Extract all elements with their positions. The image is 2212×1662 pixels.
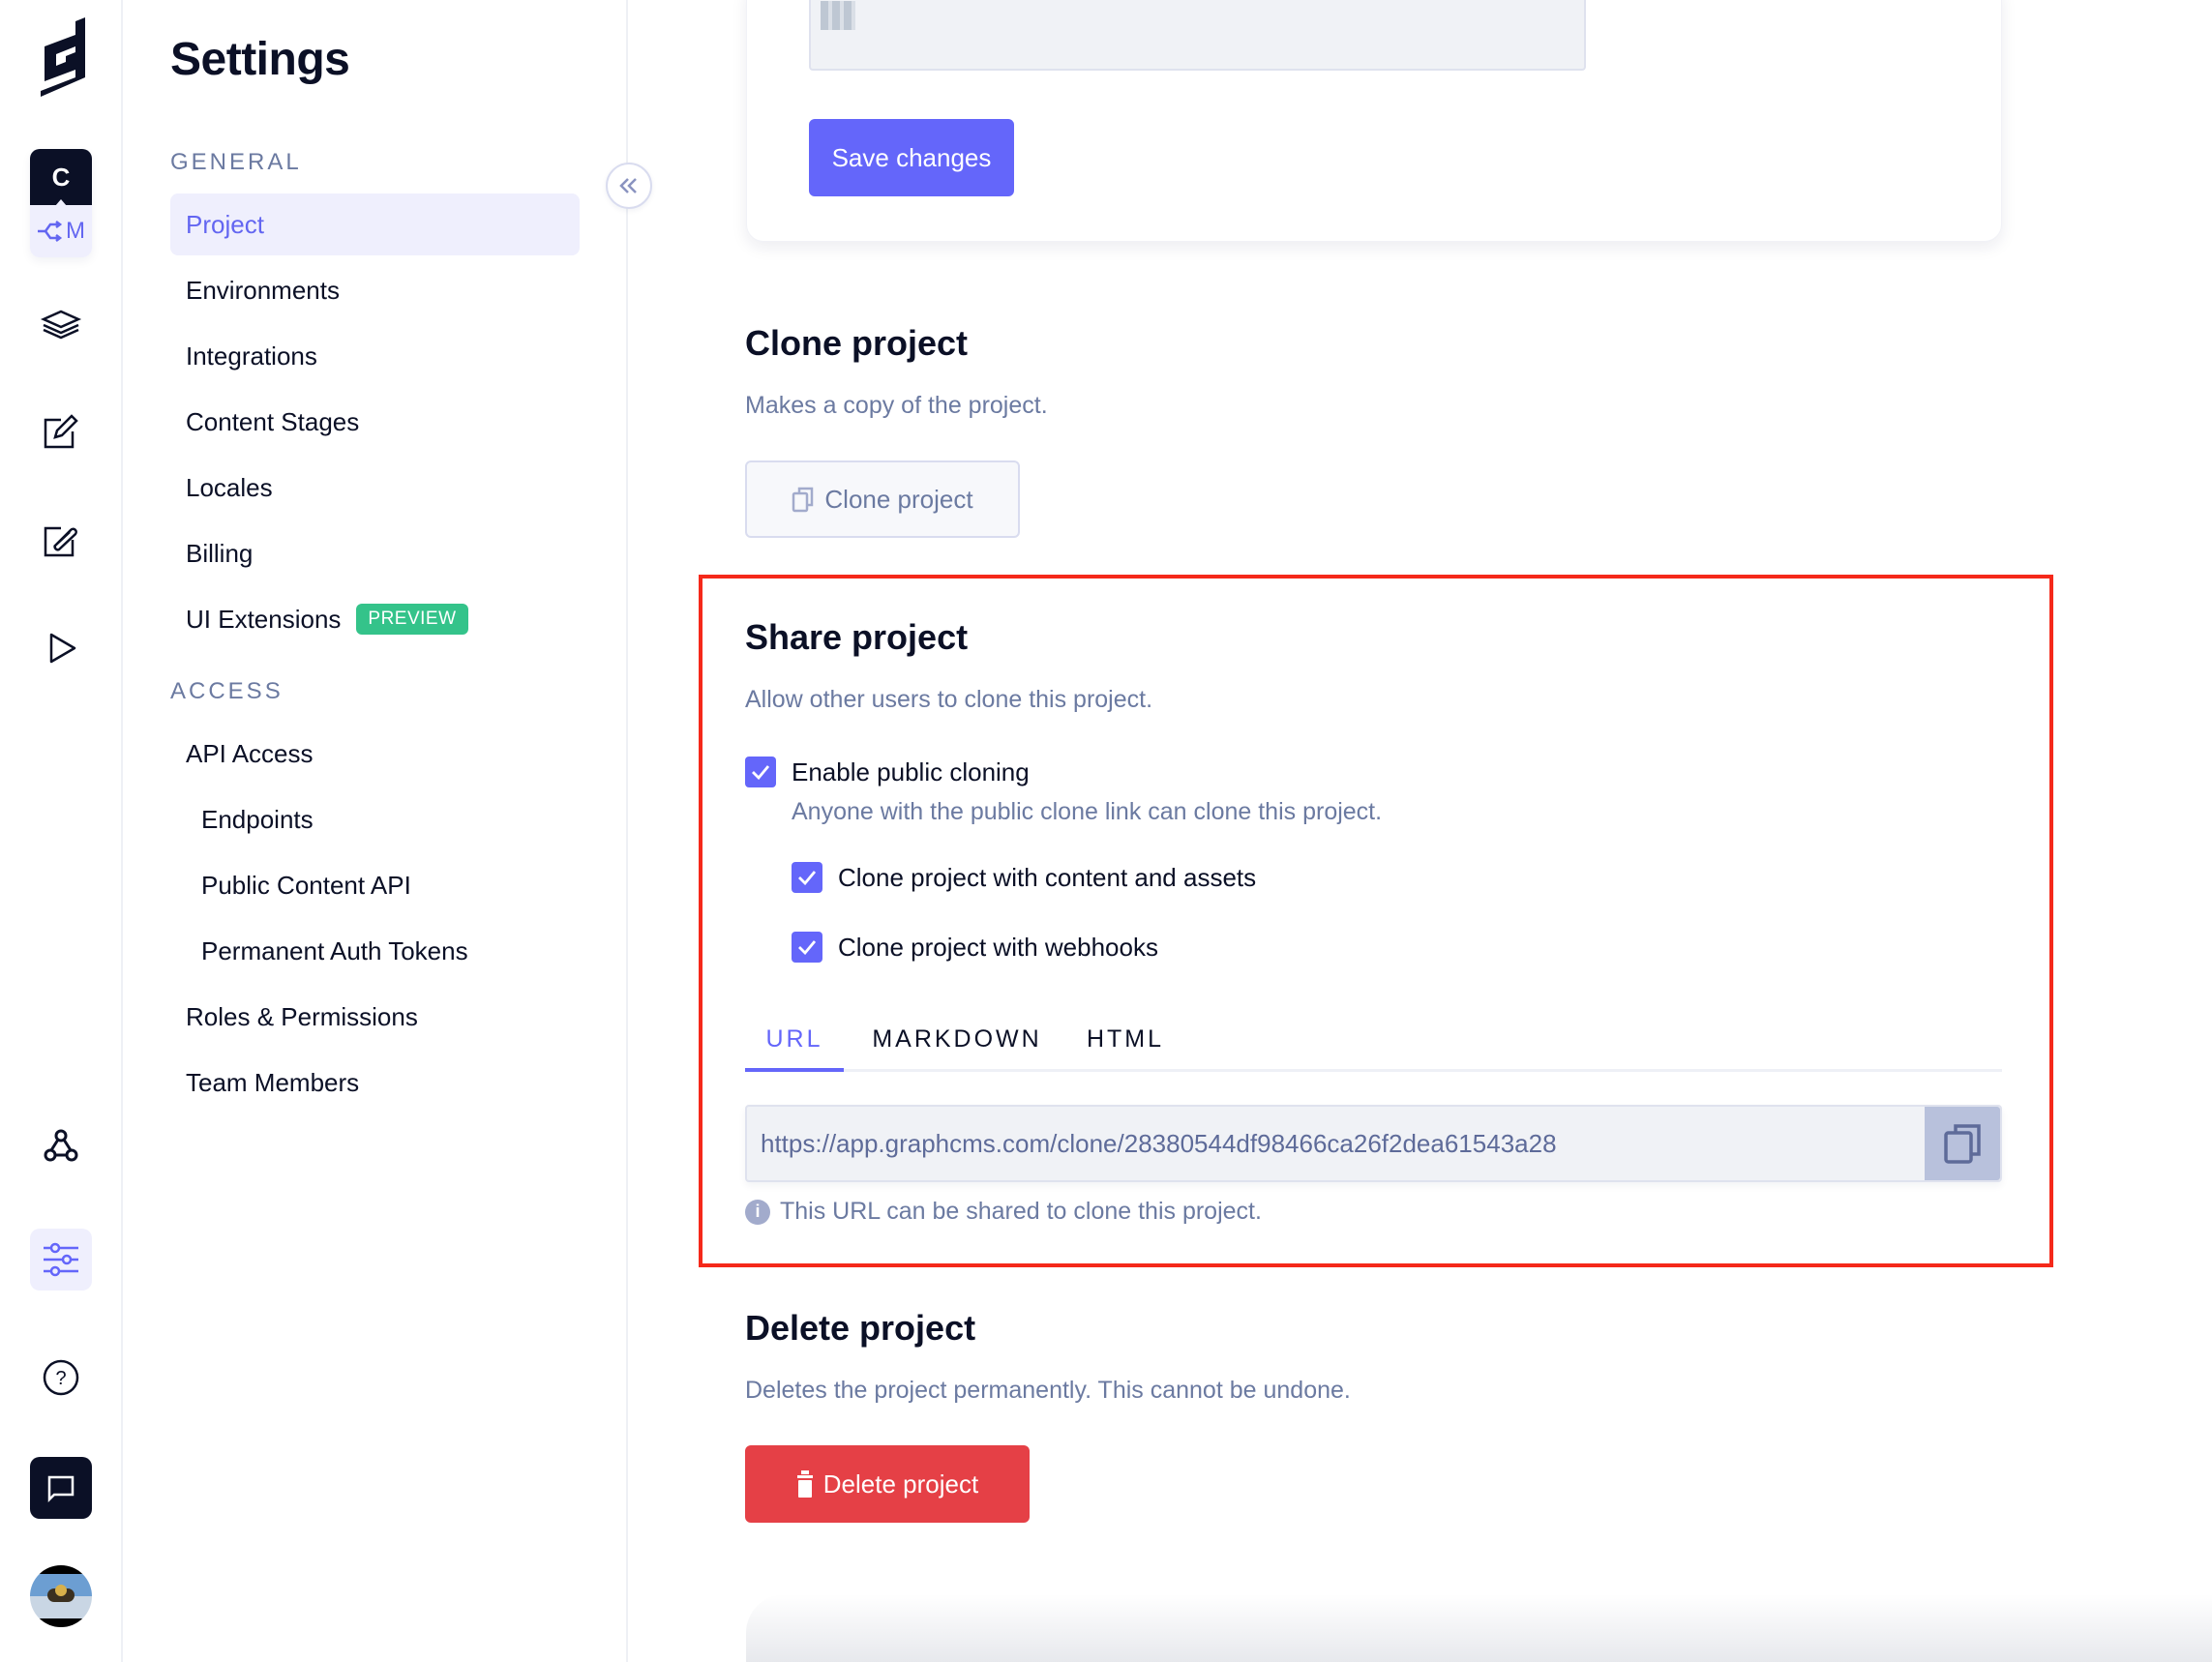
- clone-section-title: Clone project: [745, 323, 969, 363]
- sidebar-item-team-members[interactable]: Team Members: [170, 1052, 580, 1113]
- delete-section-title: Delete project: [745, 1308, 976, 1348]
- delete-project-button[interactable]: Delete project: [745, 1445, 1030, 1523]
- rail-settings[interactable]: [30, 1229, 92, 1291]
- sidebar-item-integrations[interactable]: Integrations: [170, 325, 580, 387]
- rail-assets[interactable]: [30, 509, 92, 571]
- check-icon: [798, 871, 817, 885]
- section-label-general: GENERAL: [170, 149, 302, 175]
- play-icon: [49, 633, 76, 664]
- sidebar-item-label: Billing: [186, 538, 254, 568]
- sidebar-item-roles-permissions[interactable]: Roles & Permissions: [170, 986, 580, 1048]
- tab-html[interactable]: HTML: [1072, 1018, 1179, 1072]
- attachment-edit-icon: [44, 526, 77, 557]
- checkbox-checked[interactable]: [792, 932, 822, 963]
- copy-icon: [792, 487, 814, 513]
- enable-public-cloning-hint: Anyone with the public clone link can cl…: [792, 798, 1383, 825]
- checkbox-checked[interactable]: [792, 862, 822, 893]
- sidebar-item-label: Endpoints: [201, 804, 314, 834]
- share-section-title: Share project: [745, 617, 969, 657]
- user-avatar[interactable]: [30, 1565, 92, 1627]
- chat-icon: [47, 1475, 75, 1503]
- enable-public-cloning-checkbox[interactable]: Enable public cloning: [745, 757, 1030, 787]
- settings-sliders-icon: [44, 1242, 78, 1277]
- redacted-value: [821, 1, 855, 30]
- share-section-description: Allow other users to clone this project.: [745, 686, 1153, 713]
- enable-public-cloning-label: Enable public cloning: [792, 757, 1030, 786]
- layers-icon: [40, 310, 82, 340]
- sidebar-item-label: UI Extensions: [186, 604, 342, 634]
- clone-project-button-label: Clone project: [824, 484, 973, 514]
- logo-icon[interactable]: [37, 17, 89, 97]
- trash-icon: [796, 1470, 813, 1498]
- sidebar-item-label: Roles & Permissions: [186, 1001, 418, 1031]
- delete-project-button-label: Delete project: [822, 1469, 979, 1499]
- sidebar-item-label: Environments: [186, 275, 340, 305]
- environment-initial: M: [66, 218, 85, 244]
- clone-project-button[interactable]: Clone project: [745, 460, 1020, 538]
- sidebar-item-environments[interactable]: Environments: [170, 259, 580, 321]
- copy-url-button[interactable]: [1925, 1107, 2000, 1180]
- sidebar-item-label: API Access: [186, 738, 314, 768]
- sidebar-item-api-access[interactable]: API Access: [170, 723, 580, 785]
- sidebar-item-label: Project: [186, 209, 264, 239]
- rail-help[interactable]: ?: [30, 1347, 92, 1409]
- share-url-field: [745, 1105, 2002, 1182]
- sidebar-item-label: Content Stages: [186, 406, 360, 436]
- sidebar-item-permanent-auth-tokens[interactable]: Permanent Auth Tokens: [170, 920, 580, 982]
- rail-webhooks[interactable]: [30, 1114, 92, 1176]
- tab-url[interactable]: URL: [745, 1018, 844, 1072]
- sidebar-item-label: Integrations: [186, 341, 317, 371]
- project-field-input[interactable]: [809, 0, 1586, 71]
- webhooks-icon: [44, 1129, 78, 1162]
- rail-playground[interactable]: [30, 617, 92, 679]
- collapse-sidebar-button[interactable]: [606, 163, 652, 209]
- sidebar-item-label: Team Members: [186, 1067, 360, 1097]
- project-environment-switcher[interactable]: C M: [30, 149, 92, 257]
- tab-markdown[interactable]: MARKDOWN: [872, 1018, 1039, 1072]
- help-icon: ?: [43, 1359, 79, 1396]
- settings-sidebar: Settings GENERAL Project Environments In…: [123, 0, 628, 1662]
- sidebar-item-public-content-api[interactable]: Public Content API: [170, 854, 580, 916]
- chevrons-left-icon: [619, 178, 637, 193]
- clone-content-assets-checkbox[interactable]: Clone project with content and assets: [792, 862, 1256, 893]
- branch-icon: [38, 221, 63, 242]
- preview-badge: PREVIEW: [356, 604, 468, 635]
- copy-icon: [1944, 1124, 1981, 1164]
- sidebar-item-content-stages[interactable]: Content Stages: [170, 391, 580, 453]
- clone-webhooks-label: Clone project with webhooks: [838, 932, 1158, 962]
- project-initial: C: [30, 149, 92, 206]
- share-url-input[interactable]: [747, 1107, 1925, 1180]
- clone-webhooks-checkbox[interactable]: Clone project with webhooks: [792, 932, 1158, 963]
- sidebar-item-locales[interactable]: Locales: [170, 457, 580, 519]
- delete-section-description: Deletes the project permanently. This ca…: [745, 1377, 1351, 1404]
- clone-section-description: Makes a copy of the project.: [745, 392, 1048, 419]
- share-url-hint: i This URL can be shared to clone this p…: [745, 1198, 1262, 1226]
- share-url-hint-text: This URL can be shared to clone this pro…: [780, 1198, 1262, 1225]
- sidebar-item-billing[interactable]: Billing: [170, 522, 580, 584]
- sidebar-item-project[interactable]: Project: [170, 193, 580, 255]
- icon-rail: C M ?: [0, 0, 123, 1662]
- bottom-scroll-fade: [746, 1594, 2212, 1662]
- sidebar-item-label: Locales: [186, 472, 273, 502]
- clone-content-assets-label: Clone project with content and assets: [838, 862, 1257, 892]
- sidebar-item-ui-extensions[interactable]: UI Extensions PREVIEW: [170, 588, 580, 650]
- section-label-access: ACCESS: [170, 678, 284, 704]
- page-title: Settings: [170, 34, 350, 85]
- share-format-tabs: URL MARKDOWN HTML: [745, 1018, 2002, 1072]
- rail-schema[interactable]: [30, 294, 92, 356]
- check-icon: [752, 765, 770, 780]
- main-content: Save changes Clone project Makes a copy …: [630, 0, 2212, 1662]
- sidebar-item-label: Permanent Auth Tokens: [201, 935, 468, 965]
- checkbox-checked[interactable]: [745, 757, 776, 787]
- svg-text:?: ?: [55, 1368, 66, 1389]
- rail-chat[interactable]: [30, 1457, 92, 1519]
- edit-icon: [44, 414, 78, 449]
- project-details-card: Save changes: [746, 0, 2002, 242]
- sidebar-item-endpoints[interactable]: Endpoints: [170, 788, 580, 850]
- check-icon: [798, 940, 817, 955]
- save-changes-button[interactable]: Save changes: [809, 119, 1014, 196]
- rail-content[interactable]: [30, 401, 92, 462]
- info-icon: i: [745, 1199, 770, 1225]
- sidebar-item-label: Public Content API: [201, 870, 411, 900]
